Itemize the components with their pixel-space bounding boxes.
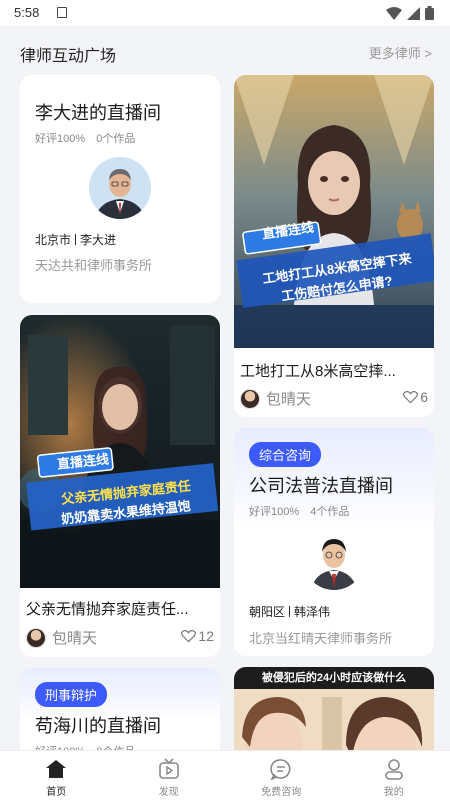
- lawyer-name: 韩泽伟: [294, 605, 331, 619]
- tab-mine[interactable]: 我的: [338, 751, 450, 800]
- author-avatar: [26, 627, 46, 648]
- tab-discover[interactable]: 发现: [113, 751, 226, 800]
- like-count[interactable]: 12: [181, 628, 214, 644]
- lawyer-card-hanzewei[interactable]: 综合咨询 公司法普法直播间 好评100% 4个作品 朝阳区 韩泽伟 北京当红晴天…: [234, 428, 434, 656]
- video-title: 父亲无情抛弃家庭责任...: [26, 601, 189, 618]
- tab-label: 发现: [158, 787, 179, 798]
- video-card-father[interactable]: 直播连线 父亲无情抛弃家庭责任 奶奶靠卖水果维持温饱 父亲无情抛弃家庭责任...…: [20, 315, 220, 657]
- chat-icon: [270, 759, 291, 780]
- city: 朝阳区: [249, 605, 286, 619]
- video-title: 工地打工从8米高空摔...: [240, 363, 396, 380]
- lawyer-card-lidajin[interactable]: 李大进的直播间 好评100% 0个作品 北京市 李大进 天达共和律师事务所: [20, 75, 220, 303]
- wifi-icon: [386, 6, 402, 20]
- section-header: 律师互动广场 更多律师 >: [0, 26, 450, 76]
- tab-free-consult[interactable]: 免费咨询: [225, 751, 338, 800]
- status-time: 5:58: [14, 5, 40, 20]
- works-count: 4个作品: [310, 506, 350, 518]
- like-number: 6: [420, 389, 428, 405]
- lawyer-room-name: 李大进的直播间: [35, 103, 161, 123]
- bottom-tab-bar: 首页 发现 免费咨询 我的: [0, 750, 450, 800]
- rating: 好评100%: [35, 133, 86, 145]
- section-title: 律师互动广场: [20, 48, 117, 65]
- law-firm: 天达共和律师事务所: [35, 258, 153, 273]
- city: 北京市: [35, 233, 72, 247]
- tab-home[interactable]: 首页: [0, 751, 113, 800]
- avatar-wrap: [20, 157, 220, 219]
- status-bar: 5:58: [0, 0, 450, 26]
- signal-icon: [407, 6, 420, 20]
- rating: 好评100%: [249, 506, 300, 518]
- video-author: 包晴天: [26, 627, 97, 648]
- heart-icon: [181, 630, 197, 643]
- avatar-wrap: [234, 528, 434, 590]
- lawyer-location: 北京市 李大进: [35, 231, 116, 248]
- lawyer-stats: 好评100% 0个作品: [35, 130, 143, 146]
- lawyer-avatar: [89, 157, 151, 219]
- banner-title: 被侵犯后的24小时应该做什么: [261, 672, 407, 684]
- battery-icon: [425, 6, 434, 20]
- home-icon: [46, 760, 67, 778]
- like-number: 12: [198, 628, 214, 644]
- heart-icon: [403, 391, 419, 404]
- lawyer-name: 李大进: [80, 233, 117, 247]
- lawyer-stats: 好评100% 4个作品: [249, 503, 357, 519]
- tab-label: 首页: [46, 787, 67, 798]
- video-thumbnail: 直播连线 工地打工从8米高空摔下来 工伤赔付怎么申请?: [234, 75, 434, 348]
- divider: [75, 234, 77, 245]
- category-tag: 刑事辩护: [35, 682, 108, 707]
- author-avatar: [240, 388, 260, 409]
- divider: [289, 606, 291, 617]
- like-count[interactable]: 6: [403, 389, 428, 405]
- works-count: 0个作品: [96, 133, 136, 145]
- status-icons: [386, 6, 434, 20]
- lawyer-room-name: 公司法普法直播间: [249, 476, 393, 496]
- lawyer-avatar: [303, 528, 365, 590]
- category-tag: 综合咨询: [249, 442, 322, 467]
- tv-icon: [158, 758, 179, 779]
- tab-label: 我的: [383, 787, 404, 798]
- video-author: 包晴天: [240, 388, 311, 409]
- sim-icon: [57, 7, 67, 18]
- more-lawyers-link[interactable]: 更多律师 >: [369, 43, 432, 62]
- lawyer-room-name: 苟海川的直播间: [35, 716, 161, 736]
- author-name: 包晴天: [266, 391, 312, 408]
- law-firm: 北京当红晴天律师事务所: [249, 631, 393, 646]
- video-card-construction[interactable]: 直播连线 工地打工从8米高空摔下来 工伤赔付怎么申请? 工地打工从8米高空摔..…: [234, 75, 434, 417]
- user-icon: [384, 759, 403, 780]
- tab-label: 免费咨询: [261, 787, 302, 798]
- author-name: 包晴天: [52, 630, 98, 647]
- video-thumbnail: 直播连线 父亲无情抛弃家庭责任 奶奶靠卖水果维持温饱: [20, 315, 220, 588]
- lawyer-location: 朝阳区 韩泽伟: [249, 603, 330, 620]
